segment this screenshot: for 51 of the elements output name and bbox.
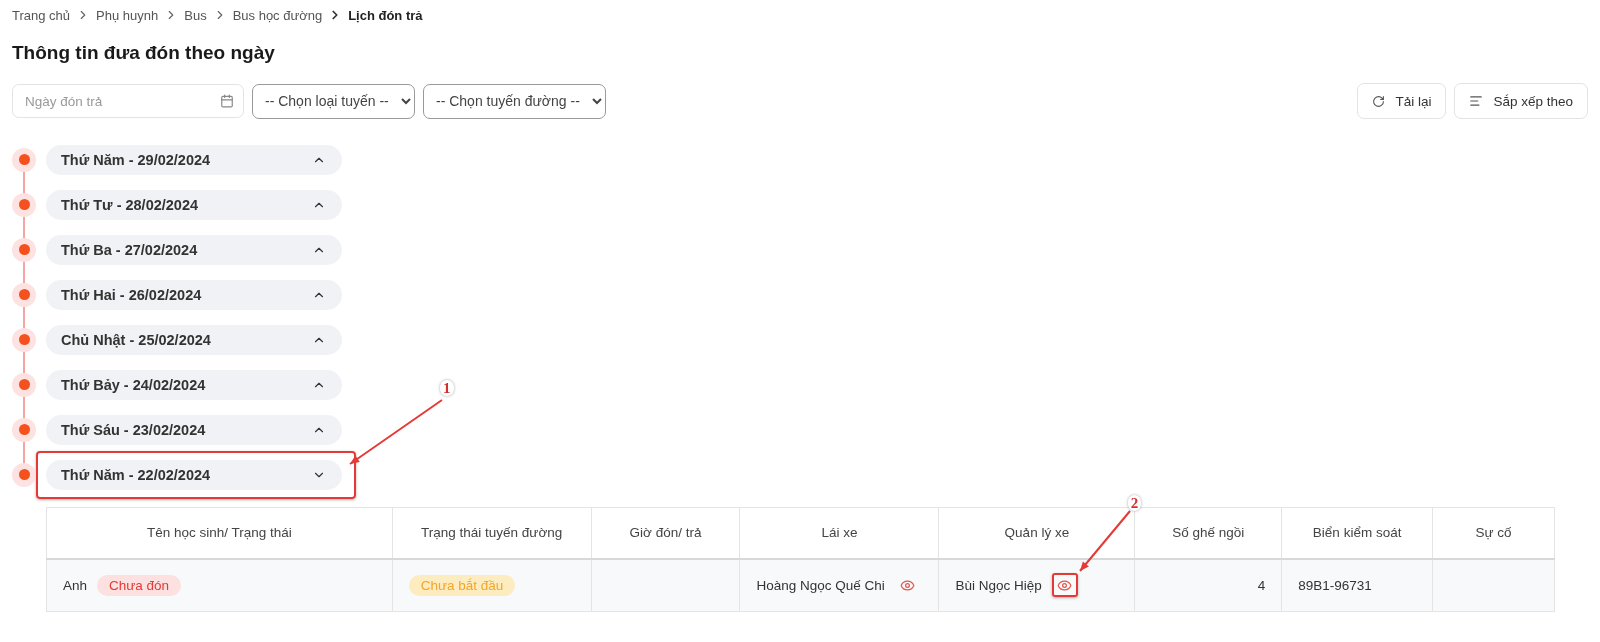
manager-name: Bùi Ngọc Hiệp xyxy=(955,577,1042,593)
column-header: Sự cố xyxy=(1432,507,1555,559)
timeline-dot xyxy=(12,192,36,217)
lines-icon xyxy=(1469,94,1484,108)
column-header: Trạng thái tuyến đường xyxy=(392,507,592,559)
status-tag: Chưa đón xyxy=(97,574,182,596)
breadcrumb-link[interactable]: Bus xyxy=(184,7,207,23)
eye-icon xyxy=(900,577,916,593)
refresh-icon xyxy=(1372,94,1386,108)
driver-name: Hoàng Ngọc Quế Chi xyxy=(756,577,885,593)
column-header: Tên học sinh/ Trạng thái xyxy=(46,507,393,559)
route-select[interactable]: -- Chọn tuyến đường -- xyxy=(423,83,606,119)
day-header[interactable]: Chủ Nhật - 25/02/2024 xyxy=(46,324,342,355)
sort-button[interactable]: Sắp xếp theo xyxy=(1454,83,1588,119)
timeline-dot xyxy=(12,417,36,442)
column-header: Biển kiểm soát xyxy=(1281,507,1433,559)
column-header: Quản lý xe xyxy=(938,507,1135,559)
breadcrumb-link[interactable]: Phụ huynh xyxy=(96,7,159,23)
timeline-dot xyxy=(12,237,36,262)
student-name: Anh xyxy=(63,577,88,593)
day-header[interactable]: Thứ Sáu - 23/02/2024 xyxy=(46,414,342,445)
day-header[interactable]: Thứ Tư - 28/02/2024 xyxy=(46,189,342,220)
callout-number: 2 xyxy=(1127,495,1142,512)
timeline-dot xyxy=(12,327,36,352)
column-header: Giờ đón/ trả xyxy=(591,507,740,559)
column-header: Số ghế ngồi xyxy=(1134,507,1282,559)
breadcrumb-current[interactable]: Lịch đón trả xyxy=(348,7,423,23)
table-cell: 89B1-96731 xyxy=(1281,558,1433,612)
view-button[interactable] xyxy=(1051,573,1078,598)
table-cell: 4 xyxy=(1134,558,1282,612)
calendar-icon xyxy=(220,94,234,108)
date-field[interactable]: Ngày đón trả xyxy=(12,84,244,118)
column-header: Lái xe xyxy=(739,507,939,559)
day-header[interactable]: Thứ Năm - 22/02/2024 xyxy=(46,459,342,490)
reload-button[interactable]: Tải lại xyxy=(1357,83,1447,119)
timeline-dot xyxy=(12,462,36,487)
breadcrumb-link[interactable]: Trang chủ xyxy=(12,7,71,23)
day-header[interactable]: Thứ Ba - 27/02/2024 xyxy=(46,234,342,265)
status-tag: Chưa bắt đầu xyxy=(408,574,516,596)
day-header[interactable]: Thứ Bảy - 24/02/2024 xyxy=(46,369,342,400)
breadcrumb-link[interactable]: Bus học đường xyxy=(232,7,323,23)
page-title: Thông tin đưa đón theo ngày xyxy=(12,42,276,64)
day-header[interactable]: Thứ Hai - 26/02/2024 xyxy=(46,279,342,310)
day-header[interactable]: Thứ Năm - 29/02/2024 xyxy=(46,144,342,175)
callout-number: 1 xyxy=(440,379,454,396)
eye-icon xyxy=(1057,577,1073,593)
timeline-dot xyxy=(12,372,36,397)
timeline-dot xyxy=(12,147,36,172)
callout-arrow xyxy=(1078,510,1131,573)
timeline-dot xyxy=(12,282,36,307)
route-type-select[interactable]: -- Chọn loại tuyến -- xyxy=(252,83,415,119)
